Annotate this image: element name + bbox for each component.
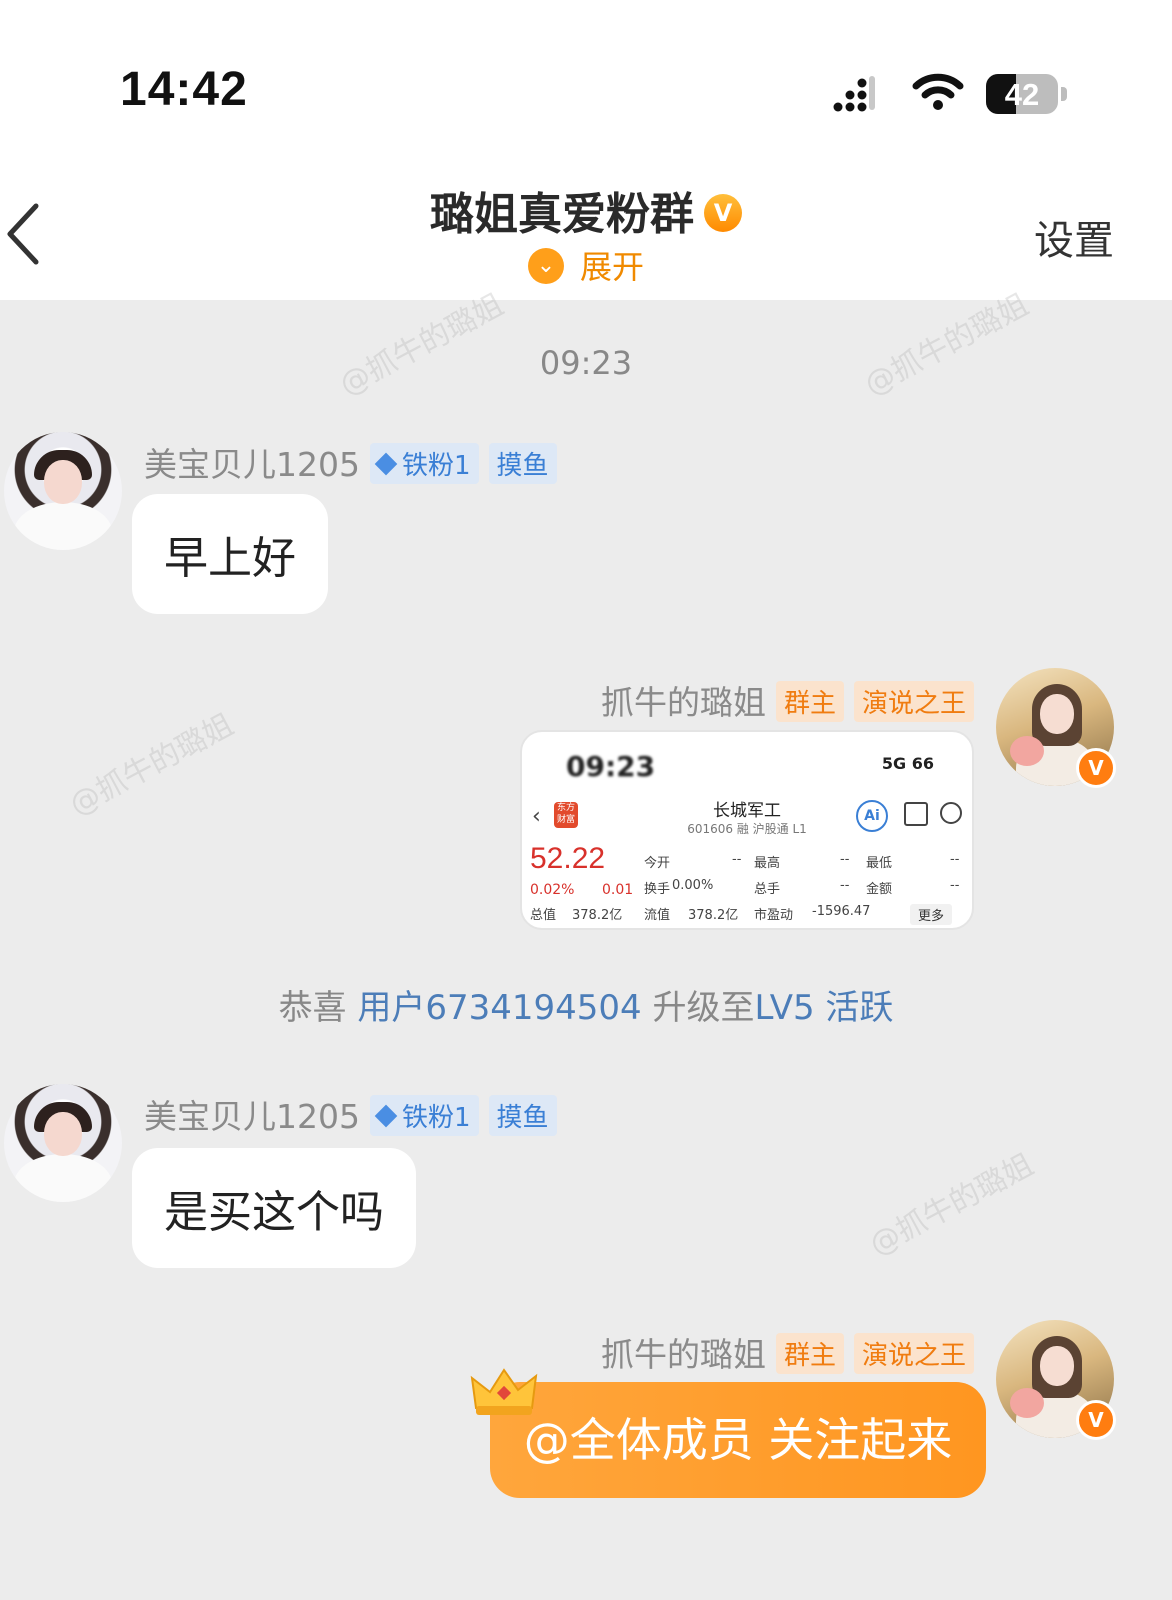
shot-cell: -- xyxy=(950,852,960,867)
avatar[interactable] xyxy=(4,432,122,550)
diamond-icon xyxy=(374,452,398,475)
settings-button[interactable]: 设置 xyxy=(1034,208,1114,266)
title-tag: 演说之王 xyxy=(853,681,974,722)
shot-change-pct: 0.02% xyxy=(530,882,575,898)
verified-v-icon: V xyxy=(1076,1400,1116,1440)
message-bubble[interactable]: 早上好 xyxy=(132,494,328,614)
shot-cell: 0.00% xyxy=(672,878,714,893)
system-notice: 恭喜 用户6734194504 升级至LV5 活跃 xyxy=(0,980,1172,1029)
shot-cell: -- xyxy=(840,878,850,893)
message-bubble[interactable]: 是买这个吗 xyxy=(132,1148,416,1268)
shot-cell: 最高 xyxy=(754,856,781,871)
shot-cell: -- xyxy=(732,852,742,867)
message-sender: 美宝贝儿1205 铁粉1 摸鱼 xyxy=(144,1090,557,1139)
watermark: @抓牛的璐姐 xyxy=(863,1147,1040,1263)
announcement-bubble[interactable]: @全体成员 关注起来 xyxy=(490,1382,986,1498)
verified-badge-icon: V xyxy=(704,194,742,232)
chevron-down-icon: ⌄ xyxy=(527,248,564,284)
shot-status-time: 09:23 xyxy=(566,750,656,783)
battery-tip xyxy=(1061,87,1067,101)
shot-cell: 换手 xyxy=(644,882,671,897)
wifi-icon xyxy=(912,73,964,110)
message-sender: 抓牛的璐姐 群主 演说之王 xyxy=(601,1328,974,1377)
watermark: @抓牛的璐姐 xyxy=(63,707,240,823)
system-level: LV5 活跃 xyxy=(754,988,894,1028)
verified-v-icon: V xyxy=(1076,748,1116,788)
shot-more-button: 更多 xyxy=(909,904,952,925)
cellular-signal-icon xyxy=(833,76,875,112)
shot-status-net: 5G 66 xyxy=(881,754,934,773)
member-tag: 摸鱼 xyxy=(488,1095,557,1136)
stock-screenshot-image[interactable]: 09:23 5G 66 ‹ 东方财富 长城军工 601606 融 沪股通 L1 … xyxy=(520,730,974,930)
message-timestamp: 09:23 xyxy=(539,344,633,382)
member-tag: 摸鱼 xyxy=(488,443,557,484)
sender-name[interactable]: 抓牛的璐姐 xyxy=(601,1335,766,1374)
crown-icon xyxy=(470,1368,538,1415)
group-title-text: 璐姐真爱粉群 xyxy=(430,189,694,240)
title-tag: 演说之王 xyxy=(853,1333,974,1374)
shot-cell: -1596.47 xyxy=(812,904,871,919)
group-title[interactable]: 璐姐真爱粉群 V xyxy=(0,178,1172,242)
shot-cell: -- xyxy=(840,852,850,867)
share-icon xyxy=(904,802,928,826)
battery-percent: 42 xyxy=(1004,77,1040,112)
shot-cell: 市盈动 xyxy=(754,908,794,923)
fan-level-tag: 铁粉1 xyxy=(369,1095,479,1136)
system-middle: 升级至 xyxy=(652,988,755,1028)
shot-cell: -- xyxy=(950,878,960,893)
shot-price: 52.22 xyxy=(530,842,606,875)
status-bar: 14:42 42 xyxy=(0,0,1172,150)
system-prefix: 恭喜 xyxy=(278,988,347,1028)
system-user-link[interactable]: 用户6734194504 xyxy=(357,988,641,1028)
message-sender: 抓牛的璐姐 群主 演说之王 xyxy=(601,676,974,725)
sender-name[interactable]: 美宝贝儿1205 xyxy=(144,445,360,484)
search-icon xyxy=(940,802,962,824)
shot-cell: 金额 xyxy=(866,882,893,897)
owner-tag: 群主 xyxy=(775,1333,844,1374)
expand-label: 展开 xyxy=(579,248,644,286)
status-time: 14:42 xyxy=(120,63,248,116)
sender-name[interactable]: 美宝贝儿1205 xyxy=(144,1097,360,1136)
battery-icon: 42 xyxy=(986,74,1058,114)
shot-cell: 总手 xyxy=(754,882,781,897)
expand-button[interactable]: ⌄ 展开 xyxy=(0,242,1172,288)
shot-change-abs: 0.01 xyxy=(602,882,634,898)
avatar[interactable] xyxy=(4,1084,122,1202)
chat-header: 璐姐真爱粉群 V ⌄ 展开 设置 xyxy=(0,150,1172,300)
ai-icon: Ai xyxy=(856,800,888,832)
message-sender: 美宝贝儿1205 铁粉1 摸鱼 xyxy=(144,438,557,487)
shot-cell: 总值 xyxy=(530,908,557,923)
fan-level-tag: 铁粉1 xyxy=(369,443,479,484)
shot-cell: 378.2亿 xyxy=(572,908,623,923)
shot-cell: 今开 xyxy=(644,856,671,871)
diamond-icon xyxy=(374,1104,398,1127)
shot-cell: 最低 xyxy=(866,856,893,871)
shot-cell: 378.2亿 xyxy=(688,908,739,923)
shot-cell: 流值 xyxy=(644,908,671,923)
owner-tag: 群主 xyxy=(775,681,844,722)
sender-name[interactable]: 抓牛的璐姐 xyxy=(601,683,766,722)
